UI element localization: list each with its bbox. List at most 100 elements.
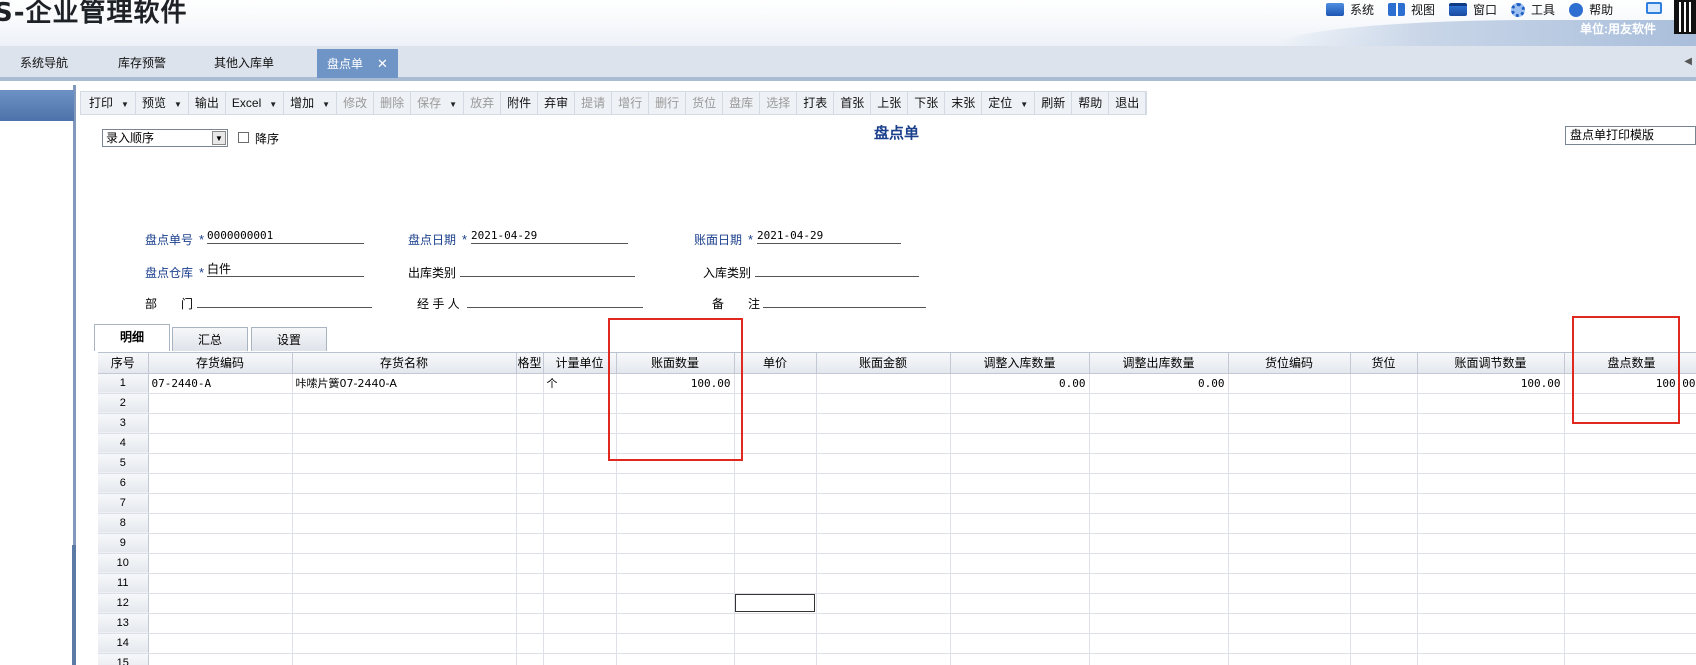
exit-button[interactable]: 退出 bbox=[1109, 92, 1147, 114]
cell-book-qty[interactable] bbox=[616, 533, 735, 554]
cell-book-amount[interactable] bbox=[816, 593, 951, 614]
add-row-button[interactable]: 增行 bbox=[612, 92, 650, 114]
cell-book-adj-qty[interactable] bbox=[1417, 553, 1565, 574]
cell-count-qty[interactable] bbox=[1564, 473, 1696, 494]
caret-down-icon[interactable]: ▼ bbox=[1020, 100, 1028, 109]
unaudit-button[interactable]: 弃审 bbox=[538, 92, 576, 114]
previous-button[interactable]: 上张 bbox=[871, 92, 909, 114]
cell-item-name[interactable] bbox=[292, 453, 517, 474]
cell-unit[interactable] bbox=[543, 513, 617, 534]
cell-item-code[interactable]: 07-2440-A bbox=[148, 373, 293, 394]
table-row[interactable]: 7 bbox=[98, 493, 1696, 514]
cell-adj-in-qty[interactable] bbox=[950, 393, 1090, 414]
menu-window[interactable]: 窗口 bbox=[1449, 1, 1497, 18]
cell-location[interactable] bbox=[1350, 453, 1418, 474]
menu-view[interactable]: 视图 bbox=[1388, 1, 1435, 18]
cell-count-qty[interactable] bbox=[1564, 633, 1696, 654]
tab-stock-alert[interactable]: 库存预警 bbox=[118, 50, 166, 77]
table-row[interactable]: 9 bbox=[98, 533, 1696, 554]
cell-adj-out-qty[interactable] bbox=[1089, 593, 1229, 614]
menu-system[interactable]: 系统 bbox=[1326, 1, 1374, 18]
cell-location[interactable] bbox=[1350, 633, 1418, 654]
cell-location-code[interactable] bbox=[1228, 473, 1351, 494]
cell-unit-price[interactable] bbox=[734, 373, 817, 394]
tab-count-sheet[interactable]: 盘点单 ✕ bbox=[317, 49, 398, 78]
cell-unit[interactable] bbox=[543, 653, 617, 665]
cell-count-qty[interactable] bbox=[1564, 433, 1696, 454]
cell-unit[interactable] bbox=[543, 613, 617, 634]
column-header-book-amount[interactable]: 账面金额 bbox=[816, 353, 951, 374]
cell-adj-in-qty[interactable] bbox=[950, 513, 1090, 534]
cell-adj-out-qty[interactable] bbox=[1089, 493, 1229, 514]
cell-location[interactable] bbox=[1350, 653, 1418, 665]
column-header-item-name[interactable]: 存货名称 bbox=[292, 353, 517, 374]
cell-location-code[interactable] bbox=[1228, 653, 1351, 665]
cell-adj-in-qty[interactable] bbox=[950, 593, 1090, 614]
cell-item-code[interactable] bbox=[148, 493, 293, 514]
cell-book-adj-qty[interactable] bbox=[1417, 413, 1565, 434]
message-icon[interactable] bbox=[1646, 2, 1662, 14]
cell-book-amount[interactable] bbox=[816, 613, 951, 634]
cell-item-name[interactable]: 咔嗦片簧07-2440-A bbox=[292, 373, 517, 394]
cell-unit[interactable] bbox=[543, 593, 617, 614]
cell-item-code[interactable] bbox=[148, 533, 293, 554]
cell-spec[interactable] bbox=[516, 513, 544, 534]
cell-location[interactable] bbox=[1350, 593, 1418, 614]
cell-spec[interactable] bbox=[516, 553, 544, 574]
table-row[interactable]: 13 bbox=[98, 613, 1696, 634]
menu-tools[interactable]: 工具 bbox=[1511, 1, 1555, 18]
print-button[interactable]: 打印 ▼ bbox=[83, 92, 136, 114]
cell-unit-price[interactable] bbox=[734, 413, 817, 434]
cell-count-qty[interactable] bbox=[1564, 613, 1696, 634]
tab-other-inbound[interactable]: 其他入库单 bbox=[214, 50, 274, 77]
cell-book-qty[interactable] bbox=[616, 653, 735, 665]
cell-adj-in-qty[interactable] bbox=[950, 613, 1090, 634]
count-no-field[interactable]: 0000000001 bbox=[207, 229, 364, 244]
in-type-field[interactable] bbox=[755, 262, 919, 277]
cell-book-qty[interactable] bbox=[616, 553, 735, 574]
tab-summary[interactable]: 汇总 bbox=[172, 327, 248, 351]
cell-spec[interactable] bbox=[516, 433, 544, 454]
book-date-field[interactable]: 2021-04-29 bbox=[757, 229, 901, 244]
cell-adj-in-qty[interactable] bbox=[950, 453, 1090, 474]
caret-down-icon[interactable]: ▼ bbox=[174, 100, 182, 109]
cell-item-code[interactable] bbox=[148, 473, 293, 494]
caret-down-icon[interactable]: ▼ bbox=[449, 100, 457, 109]
cell-spec[interactable] bbox=[516, 533, 544, 554]
cell-unit[interactable] bbox=[543, 573, 617, 594]
cell-item-code[interactable] bbox=[148, 513, 293, 534]
panel-splitter[interactable] bbox=[72, 545, 76, 665]
cell-item-code[interactable] bbox=[148, 453, 293, 474]
cell-location[interactable] bbox=[1350, 533, 1418, 554]
cell-location[interactable] bbox=[1350, 413, 1418, 434]
cell-adj-in-qty[interactable] bbox=[950, 473, 1090, 494]
cell-book-amount[interactable] bbox=[816, 653, 951, 665]
cell-unit-price[interactable] bbox=[734, 493, 817, 514]
cell-adj-in-qty[interactable] bbox=[950, 433, 1090, 454]
cell-item-name[interactable] bbox=[292, 473, 517, 494]
last-button[interactable]: 末张 bbox=[945, 92, 983, 114]
cell-unit[interactable] bbox=[543, 633, 617, 654]
cell-item-name[interactable] bbox=[292, 493, 517, 514]
attachment-button[interactable]: 附件 bbox=[501, 92, 539, 114]
column-header-item-code[interactable]: 存货编码 bbox=[148, 353, 293, 374]
sort-order-select[interactable]: 录入顺序 ▼ bbox=[102, 129, 228, 147]
cell-location-code[interactable] bbox=[1228, 613, 1351, 634]
table-row[interactable]: 11 bbox=[98, 573, 1696, 594]
cell-unit[interactable]: 个 bbox=[543, 373, 617, 394]
cell-location-code[interactable] bbox=[1228, 413, 1351, 434]
cell-spec[interactable] bbox=[516, 373, 544, 394]
excel-button[interactable]: Excel ▼ bbox=[226, 92, 285, 114]
cell-location-code[interactable] bbox=[1228, 573, 1351, 594]
cell-adj-out-qty[interactable] bbox=[1089, 553, 1229, 574]
cell-book-adj-qty[interactable] bbox=[1417, 593, 1565, 614]
cell-book-amount[interactable] bbox=[816, 553, 951, 574]
table-row[interactable]: 12 bbox=[98, 593, 1696, 614]
discard-button[interactable]: 放弃 bbox=[464, 92, 502, 114]
out-type-field[interactable] bbox=[460, 262, 635, 277]
cell-item-code[interactable] bbox=[148, 393, 293, 414]
cell-item-name[interactable] bbox=[292, 533, 517, 554]
cell-location-code[interactable] bbox=[1228, 373, 1351, 394]
cell-spec[interactable] bbox=[516, 653, 544, 665]
export-button[interactable]: 输出 bbox=[189, 92, 226, 114]
